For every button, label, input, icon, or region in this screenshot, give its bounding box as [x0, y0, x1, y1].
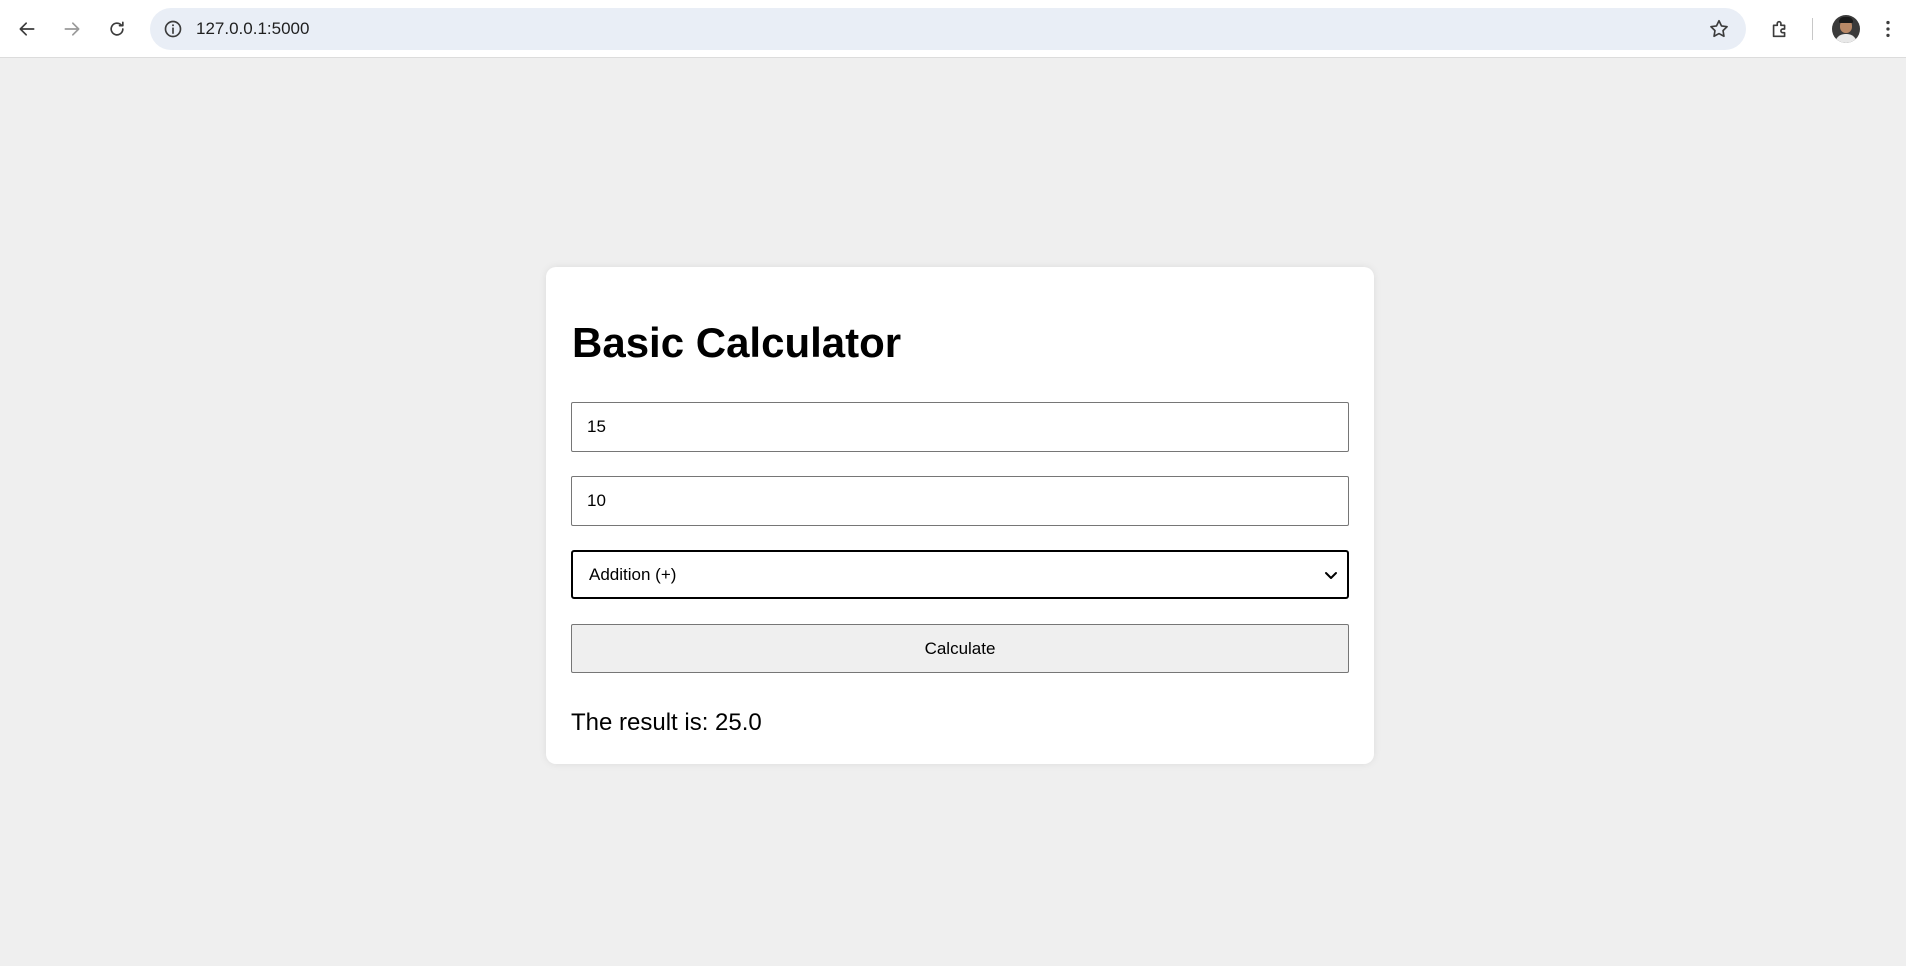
url-text[interactable]: 127.0.0.1:5000 [196, 19, 309, 39]
page-title: Basic Calculator [572, 319, 902, 366]
operation-select[interactable]: Addition (+) [571, 550, 1349, 599]
address-bar[interactable]: 127.0.0.1:5000 [150, 8, 1746, 50]
calculate-button[interactable]: Calculate [571, 624, 1349, 673]
forward-arrow-icon [64, 22, 80, 36]
forward-button[interactable] [55, 12, 89, 46]
toolbar-divider [1812, 18, 1813, 40]
number1-input[interactable] [571, 402, 1349, 452]
browser-toolbar: 127.0.0.1:5000 [0, 0, 1906, 58]
number2-input[interactable] [571, 476, 1349, 526]
result-text: The result is: 25.0 [571, 709, 762, 736]
calculator-card: Basic Calculator Addition (+) Calculate … [546, 267, 1374, 764]
back-button[interactable] [10, 12, 44, 46]
operation-selected-value: Addition (+) [589, 565, 677, 584]
reload-button[interactable] [100, 12, 134, 46]
back-arrow-icon [19, 22, 35, 36]
reload-icon [110, 21, 124, 36]
avatar[interactable] [1832, 15, 1860, 43]
star-icon[interactable] [1708, 18, 1730, 40]
chevron-down-icon [1325, 572, 1337, 579]
kebab-menu-icon[interactable] [1876, 12, 1900, 46]
puzzle-icon[interactable] [1763, 12, 1797, 46]
info-icon[interactable] [162, 18, 184, 40]
